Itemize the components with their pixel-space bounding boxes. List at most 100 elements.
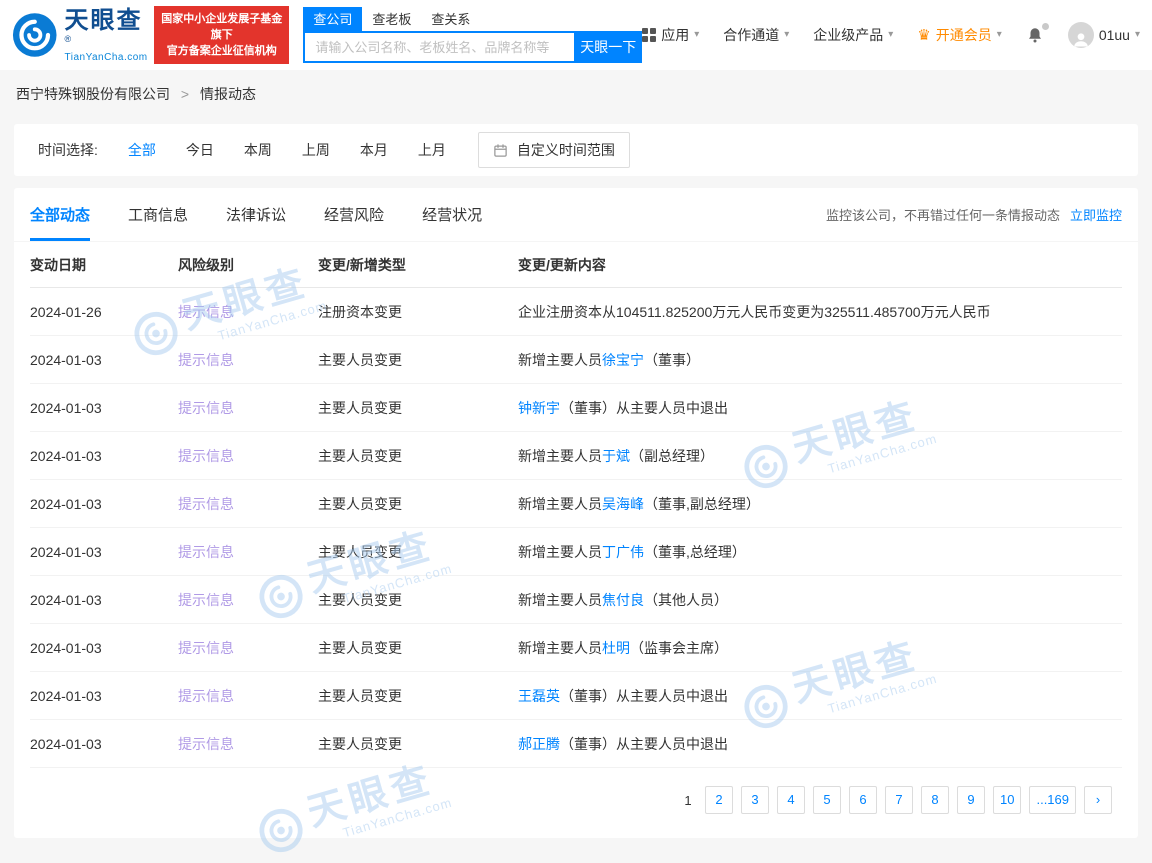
- search-tab[interactable]: 查公司: [303, 7, 363, 31]
- table-row: 2024-01-03 提示信息 主要人员变更 郝正腾（董事）从主要人员中退出: [30, 720, 1122, 768]
- risk-level-cell: 提示信息: [178, 638, 318, 658]
- risk-level-link[interactable]: 提示信息: [178, 400, 234, 416]
- change-type: 主要人员变更: [318, 543, 402, 560]
- time-filter-label: 时间选择:: [38, 142, 98, 158]
- page-button[interactable]: 6: [849, 786, 877, 814]
- risk-level-cell: 提示信息: [178, 398, 318, 418]
- nav-cooperation-label: 合作通道: [723, 27, 780, 43]
- content-text: 新增主要人员: [518, 495, 602, 512]
- tabs-row: 全部动态 工商信息 法律诉讼 经营风险 经营状况 监控该公司，不再错过任何一条情报动态 …: [14, 188, 1138, 242]
- change-date: 2024-01-03: [30, 399, 102, 416]
- table-body: 2024-01-26 提示信息 注册资本变更 企业注册资本从104511.825200…: [30, 288, 1122, 768]
- change-content: 钟新宇（董事）从主要人员中退出: [518, 398, 1122, 418]
- change-date: 2024-01-03: [30, 735, 102, 752]
- person-link[interactable]: 于斌: [602, 448, 630, 464]
- time-option[interactable]: 上月: [418, 140, 446, 160]
- risk-level-link[interactable]: 提示信息: [178, 352, 234, 368]
- time-option[interactable]: 本月: [360, 140, 388, 160]
- risk-level-cell: 提示信息: [178, 350, 318, 370]
- change-date: 2024-01-03: [30, 495, 102, 512]
- time-options: 全部 今日 本周 上周 本月 上月: [128, 140, 446, 160]
- content-text: （董事）从主要人员中退出: [560, 735, 728, 752]
- table-row: 2024-01-03 提示信息 主要人员变更 王磊英（董事）从主要人员中退出: [30, 672, 1122, 720]
- nav-vip[interactable]: ♛ 开通会员 ▾: [917, 25, 1001, 45]
- apps-grid-icon: [642, 28, 657, 42]
- page-button[interactable]: 7: [885, 786, 913, 814]
- nav-enterprise[interactable]: 企业级产品 ▾: [813, 25, 893, 45]
- tianyancha-logo-icon: [12, 13, 57, 57]
- risk-level-link[interactable]: 提示信息: [178, 688, 234, 704]
- page-button[interactable]: 10: [993, 786, 1022, 814]
- change-type: 主要人员变更: [318, 687, 402, 704]
- page-button[interactable]: 4: [777, 786, 805, 814]
- risk-level-link[interactable]: 提示信息: [178, 736, 234, 752]
- person-icon: [1074, 33, 1088, 47]
- risk-level-link[interactable]: 提示信息: [178, 304, 234, 320]
- risk-level-link[interactable]: 提示信息: [178, 496, 234, 512]
- monitor-text: 监控该公司，不再错过任何一条情报动态: [825, 208, 1060, 223]
- time-option[interactable]: 今日: [186, 140, 214, 160]
- notification-bell[interactable]: [1026, 23, 1049, 44]
- person-link[interactable]: 焦付良: [602, 592, 644, 608]
- change-date: 2024-01-03: [30, 351, 102, 368]
- user-menu[interactable]: 01uu ▾: [1067, 22, 1140, 48]
- table-row: 2024-01-26 提示信息 注册资本变更 企业注册资本从104511.825200…: [30, 288, 1122, 336]
- main-tab[interactable]: 法律诉讼: [226, 188, 286, 241]
- content-text: 新增主要人员: [518, 543, 602, 560]
- search-tab[interactable]: 查老板: [362, 7, 421, 31]
- time-option[interactable]: 本周: [244, 140, 272, 160]
- search-input[interactable]: [303, 31, 575, 63]
- person-link[interactable]: 王磊英: [518, 688, 560, 704]
- nav-apps-label: 应用: [661, 27, 690, 43]
- time-option[interactable]: 全部: [128, 140, 156, 160]
- change-content: 新增主要人员丁广伟（董事,总经理）: [518, 542, 1122, 562]
- nav-apps[interactable]: 应用 ▾: [642, 25, 699, 45]
- breadcrumb-company[interactable]: 西宁特殊钢股份有限公司: [16, 86, 170, 102]
- person-link[interactable]: 钟新宇: [518, 400, 560, 416]
- breadcrumb-current: 情报动态: [199, 86, 256, 102]
- search-button[interactable]: 天眼一下: [574, 31, 643, 63]
- custom-range-button[interactable]: 自定义时间范围: [477, 132, 630, 168]
- official-badge: 国家中小企业发展子基金旗下 官方备案企业征信机构: [154, 6, 290, 64]
- person-link[interactable]: 徐宝宁: [602, 352, 644, 368]
- search-tab[interactable]: 查关系: [421, 7, 480, 31]
- column-header: 变更/更新内容: [518, 256, 606, 273]
- site-logo[interactable]: 天眼查® TianYanCha.com: [12, 7, 148, 63]
- breadcrumb-separator: >: [180, 86, 190, 102]
- page-button[interactable]: 2: [705, 786, 733, 814]
- custom-range-label: 自定义时间范围: [516, 142, 615, 158]
- page-button[interactable]: 9: [957, 786, 985, 814]
- main-tab[interactable]: 全部动态: [30, 188, 91, 241]
- person-link[interactable]: 丁广伟: [602, 544, 644, 560]
- change-type: 主要人员变更: [318, 495, 402, 512]
- page-button[interactable]: 8: [921, 786, 949, 814]
- page-button[interactable]: ...169: [1029, 786, 1076, 814]
- next-page-button[interactable]: ›: [1084, 786, 1112, 814]
- risk-level-cell: 提示信息: [178, 734, 318, 754]
- risk-level-link[interactable]: 提示信息: [178, 448, 234, 464]
- change-type: 主要人员变更: [318, 639, 402, 656]
- person-link[interactable]: 杜明: [602, 640, 630, 656]
- content-text: 新增主要人员: [518, 591, 602, 608]
- nav-cooperation[interactable]: 合作通道 ▾: [723, 25, 789, 45]
- main-tab[interactable]: 经营状况: [422, 188, 482, 241]
- monitor-now-link[interactable]: 立即监控: [1070, 205, 1122, 224]
- logo-text-block: 天眼查® TianYanCha.com: [64, 7, 148, 63]
- risk-level-link[interactable]: 提示信息: [178, 544, 234, 560]
- time-option[interactable]: 上周: [302, 140, 330, 160]
- main-tab[interactable]: 经营风险: [324, 188, 384, 241]
- page-button[interactable]: 5: [813, 786, 841, 814]
- change-type: 主要人员变更: [318, 735, 402, 752]
- change-content: 新增主要人员徐宝宁（董事）: [518, 350, 1122, 370]
- change-type: 主要人员变更: [318, 591, 402, 608]
- risk-level-cell: 提示信息: [178, 446, 318, 466]
- change-type: 注册资本变更: [318, 303, 402, 320]
- risk-level-link[interactable]: 提示信息: [178, 592, 234, 608]
- main-tab[interactable]: 工商信息: [128, 188, 188, 241]
- table-row: 2024-01-03 提示信息 主要人员变更 新增主要人员吴海峰（董事,副总经理）: [30, 480, 1122, 528]
- person-link[interactable]: 吴海峰: [602, 496, 644, 512]
- person-link[interactable]: 郝正腾: [518, 736, 560, 752]
- risk-level-link[interactable]: 提示信息: [178, 640, 234, 656]
- page-button[interactable]: 3: [741, 786, 769, 814]
- nav-vip-label: 开通会员: [935, 27, 992, 43]
